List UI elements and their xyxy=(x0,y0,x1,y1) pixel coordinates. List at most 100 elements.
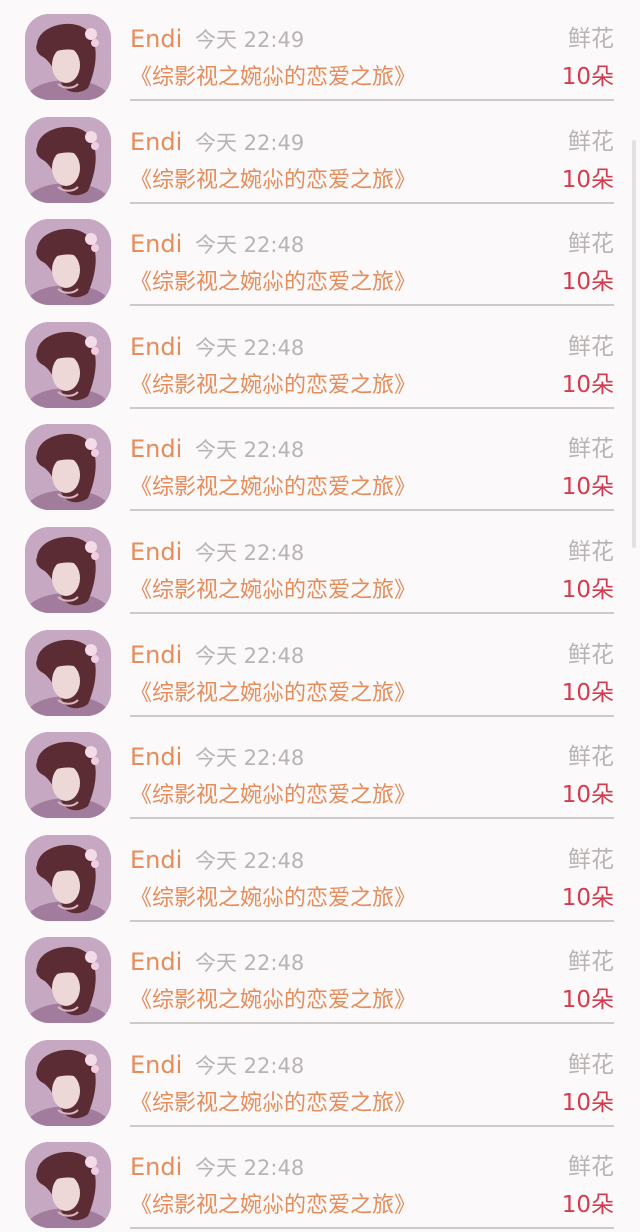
row-divider xyxy=(130,817,614,819)
avatar[interactable] xyxy=(25,937,111,1023)
record-content: Endi 今天 22:49 鲜花 《综影视之婉尛的恋爱之旅》 10朵 xyxy=(130,103,614,205)
sender-name: Endi xyxy=(130,538,183,566)
list-item[interactable]: Endi 今天 22:48 鲜花 《综影视之婉尛的恋爱之旅》 10朵 xyxy=(0,513,640,615)
book-title: 《综影视之婉尛的恋爱之旅》 xyxy=(130,886,417,911)
book-title: 《综影视之婉尛的恋爱之旅》 xyxy=(130,168,417,193)
gift-type: 鲜花 xyxy=(568,1154,614,1180)
record-content: Endi 今天 22:48 鲜花 《综影视之婉尛的恋爱之旅》 10朵 xyxy=(130,308,614,410)
record-time: 今天 22:48 xyxy=(195,233,305,257)
avatar[interactable] xyxy=(25,14,111,100)
book-title: 《综影视之婉尛的恋爱之旅》 xyxy=(130,1091,417,1116)
book-title: 《综影视之婉尛的恋爱之旅》 xyxy=(130,681,417,706)
record-time: 今天 22:48 xyxy=(195,336,305,360)
record-time: 今天 22:48 xyxy=(195,849,305,873)
gift-amount: 10朵 xyxy=(561,1192,614,1218)
row-divider xyxy=(130,612,614,614)
gift-type: 鲜花 xyxy=(568,1052,614,1078)
row-divider xyxy=(130,509,614,511)
avatar[interactable] xyxy=(25,527,111,613)
record-content: Endi 今天 22:48 鲜花 《综影视之婉尛的恋爱之旅》 10朵 xyxy=(130,718,614,820)
list-item[interactable]: Endi 今天 22:48 鲜花 《综影视之婉尛的恋爱之旅》 10朵 xyxy=(0,308,640,410)
row-divider xyxy=(130,99,614,101)
sender-name: Endi xyxy=(130,948,183,976)
record-time: 今天 22:48 xyxy=(195,541,305,565)
list-item[interactable]: Endi 今天 22:49 鲜花 《综影视之婉尛的恋爱之旅》 10朵 xyxy=(0,103,640,205)
avatar[interactable] xyxy=(25,732,111,818)
gift-amount: 10朵 xyxy=(561,885,614,911)
record-time: 今天 22:48 xyxy=(195,746,305,770)
sender-name: Endi xyxy=(130,1051,183,1079)
gift-type: 鲜花 xyxy=(568,642,614,668)
record-content: Endi 今天 22:48 鲜花 《综影视之婉尛的恋爱之旅》 10朵 xyxy=(130,205,614,307)
gift-amount: 10朵 xyxy=(561,64,614,90)
sender-name: Endi xyxy=(130,1153,183,1181)
record-content: Endi 今天 22:48 鲜花 《综影视之婉尛的恋爱之旅》 10朵 xyxy=(130,821,614,923)
row-divider xyxy=(130,304,614,306)
sender-name: Endi xyxy=(130,743,183,771)
gift-type: 鲜花 xyxy=(568,129,614,155)
gift-amount: 10朵 xyxy=(561,1090,614,1116)
gift-type: 鲜花 xyxy=(568,231,614,257)
list-item[interactable]: Endi 今天 22:48 鲜花 《综影视之婉尛的恋爱之旅》 10朵 xyxy=(0,821,640,923)
book-title: 《综影视之婉尛的恋爱之旅》 xyxy=(130,373,417,398)
gift-amount: 10朵 xyxy=(561,680,614,706)
list-item[interactable]: Endi 今天 22:48 鲜花 《综影视之婉尛的恋爱之旅》 10朵 xyxy=(0,923,640,1025)
gift-type: 鲜花 xyxy=(568,334,614,360)
gift-type: 鲜花 xyxy=(568,847,614,873)
record-time: 今天 22:48 xyxy=(195,644,305,668)
record-time: 今天 22:48 xyxy=(195,951,305,975)
list-item[interactable]: Endi 今天 22:49 鲜花 《综影视之婉尛的恋爱之旅》 10朵 xyxy=(0,0,640,102)
row-divider xyxy=(130,407,614,409)
gift-type: 鲜花 xyxy=(568,949,614,975)
avatar[interactable] xyxy=(25,322,111,408)
book-title: 《综影视之婉尛的恋爱之旅》 xyxy=(130,988,417,1013)
list-item[interactable]: Endi 今天 22:48 鲜花 《综影视之婉尛的恋爱之旅》 10朵 xyxy=(0,718,640,820)
avatar[interactable] xyxy=(25,630,111,716)
gift-record-list: Endi 今天 22:49 鲜花 《综影视之婉尛的恋爱之旅》 10朵 Endi … xyxy=(0,0,640,1232)
avatar[interactable] xyxy=(25,835,111,921)
record-content: Endi 今天 22:48 鲜花 《综影视之婉尛的恋爱之旅》 10朵 xyxy=(130,923,614,1025)
list-item[interactable]: Endi 今天 22:48 鲜花 《综影视之婉尛的恋爱之旅》 10朵 xyxy=(0,616,640,718)
record-time: 今天 22:49 xyxy=(195,131,305,155)
record-content: Endi 今天 22:48 鲜花 《综影视之婉尛的恋爱之旅》 10朵 xyxy=(130,1026,614,1128)
row-divider xyxy=(130,1125,614,1127)
record-time: 今天 22:49 xyxy=(195,28,305,52)
row-divider xyxy=(130,1227,614,1229)
gift-amount: 10朵 xyxy=(561,167,614,193)
record-content: Endi 今天 22:48 鲜花 《综影视之婉尛的恋爱之旅》 10朵 xyxy=(130,410,614,512)
gift-amount: 10朵 xyxy=(561,372,614,398)
sender-name: Endi xyxy=(130,25,183,53)
gift-type: 鲜花 xyxy=(568,436,614,462)
avatar[interactable] xyxy=(25,219,111,305)
record-content: Endi 今天 22:48 鲜花 《综影视之婉尛的恋爱之旅》 10朵 xyxy=(130,1128,614,1230)
row-divider xyxy=(130,715,614,717)
book-title: 《综影视之婉尛的恋爱之旅》 xyxy=(130,783,417,808)
record-time: 今天 22:48 xyxy=(195,1156,305,1180)
row-divider xyxy=(130,202,614,204)
sender-name: Endi xyxy=(130,230,183,258)
list-item[interactable]: Endi 今天 22:48 鲜花 《综影视之婉尛的恋爱之旅》 10朵 xyxy=(0,1128,640,1230)
gift-type: 鲜花 xyxy=(568,744,614,770)
avatar[interactable] xyxy=(25,424,111,510)
record-time: 今天 22:48 xyxy=(195,438,305,462)
gift-amount: 10朵 xyxy=(561,577,614,603)
avatar[interactable] xyxy=(25,117,111,203)
gift-type: 鲜花 xyxy=(568,539,614,565)
list-item[interactable]: Endi 今天 22:48 鲜花 《综影视之婉尛的恋爱之旅》 10朵 xyxy=(0,410,640,512)
book-title: 《综影视之婉尛的恋爱之旅》 xyxy=(130,1193,417,1218)
gift-amount: 10朵 xyxy=(561,474,614,500)
book-title: 《综影视之婉尛的恋爱之旅》 xyxy=(130,65,417,90)
list-item[interactable]: Endi 今天 22:48 鲜花 《综影视之婉尛的恋爱之旅》 10朵 xyxy=(0,1026,640,1128)
gift-amount: 10朵 xyxy=(561,269,614,295)
record-content: Endi 今天 22:48 鲜花 《综影视之婉尛的恋爱之旅》 10朵 xyxy=(130,616,614,718)
record-content: Endi 今天 22:48 鲜花 《综影视之婉尛的恋爱之旅》 10朵 xyxy=(130,513,614,615)
avatar[interactable] xyxy=(25,1142,111,1228)
avatar[interactable] xyxy=(25,1040,111,1126)
list-item[interactable]: Endi 今天 22:48 鲜花 《综影视之婉尛的恋爱之旅》 10朵 xyxy=(0,205,640,307)
record-content: Endi 今天 22:49 鲜花 《综影视之婉尛的恋爱之旅》 10朵 xyxy=(130,0,614,102)
row-divider xyxy=(130,1022,614,1024)
gift-type: 鲜花 xyxy=(568,26,614,52)
book-title: 《综影视之婉尛的恋爱之旅》 xyxy=(130,578,417,603)
record-time: 今天 22:48 xyxy=(195,1054,305,1078)
sender-name: Endi xyxy=(130,641,183,669)
